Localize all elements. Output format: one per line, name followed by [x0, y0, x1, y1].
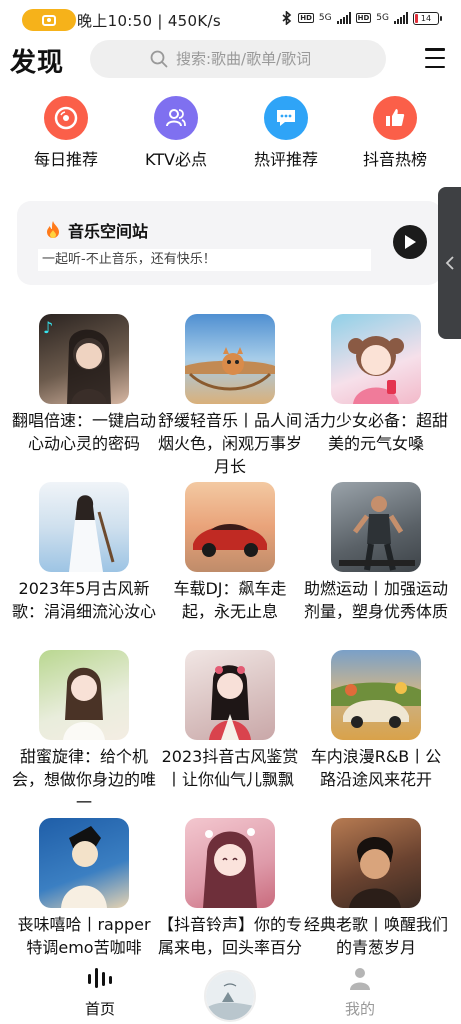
playlist-cover	[185, 818, 275, 908]
status-bar: 晚上10:50 | 450K/s HD 5G HD 5G 14	[0, 0, 461, 40]
playlist-title: 经典老歌丨唤醒我们的青葱岁月	[304, 915, 449, 957]
nav-mine-label: 我的	[344, 1000, 375, 1018]
bottom-nav: 首页 我的	[0, 960, 461, 1024]
playlist-cover	[39, 482, 129, 572]
chevron-left-icon	[445, 256, 454, 270]
network-label-2: 5G	[376, 13, 389, 23]
comment-icon	[264, 96, 308, 140]
user-icon	[350, 968, 370, 990]
quick-label: 每日推荐	[33, 150, 98, 169]
playlist-card[interactable]: ♪ 翻唱倍速：一键启动心动心灵的密码	[10, 314, 158, 455]
app-header: 发现	[0, 40, 461, 80]
quick-label: 热评推荐	[253, 150, 318, 169]
playlist-card[interactable]: 助燃运动丨加强运动剂量，塑身优秀体质	[302, 482, 450, 623]
music-station-card[interactable]: 音乐空间站 一起听-不止音乐，还有快乐！	[17, 201, 442, 285]
playlist-card[interactable]: 丧味嘻哈丨rapper特调emo苦咖啡	[10, 818, 158, 959]
playlist-card[interactable]: 甜蜜旋律：给个机会，想做你身边的唯一	[10, 650, 158, 814]
playlist-card[interactable]: 经典老歌丨唤醒我们的青葱岁月	[302, 818, 450, 959]
hd-badge-2: HD	[355, 13, 372, 23]
quick-daily-recommend[interactable]: 每日推荐	[16, 96, 116, 170]
fire-icon	[47, 221, 59, 238]
thumbs-up-icon	[373, 96, 417, 140]
search-bar[interactable]	[90, 40, 386, 78]
station-title: 音乐空间站	[68, 222, 149, 241]
playlist-card[interactable]: 2023年5月古风新歌：涓涓细流沁汝心	[10, 482, 158, 623]
battery-level: 14	[420, 13, 432, 23]
signal-icon-2	[394, 12, 408, 24]
station-subtitle: 一起听-不止音乐，还有快乐！	[38, 249, 371, 271]
camera-icon	[42, 14, 56, 26]
vinyl-record-icon	[44, 96, 88, 140]
quick-ktv[interactable]: KTV必点	[126, 96, 226, 170]
playlist-cover	[39, 818, 129, 908]
playlist-title: 舒缓轻音乐丨品人间烟火色，闲观万事岁月长	[158, 411, 303, 476]
playlist-title: 丧味嘻哈丨rapper特调emo苦咖啡	[17, 915, 151, 957]
play-button[interactable]	[393, 225, 427, 259]
nav-home[interactable]: 首页	[50, 966, 150, 1019]
album-art	[206, 972, 254, 1020]
page-title: 发现	[10, 48, 65, 78]
playlist-card[interactable]: 活力少女必备：超甜美的元气女嗓	[302, 314, 450, 455]
playlist-card[interactable]: 车内浪漫R&B丨公路沿途风来花开	[302, 650, 450, 791]
playlist-cover	[331, 482, 421, 572]
playlist-title: 活力少女必备：超甜美的元气女嗓	[304, 411, 449, 453]
network-label: 5G	[318, 13, 332, 23]
playlist-title: 翻唱倍速：一键启动心动心灵的密码	[12, 411, 157, 453]
play-icon	[405, 235, 416, 249]
playlist-title: 2023年5月古风新歌：涓涓细流沁汝心	[12, 579, 157, 621]
quick-douyin-chart[interactable]: 抖音热榜	[345, 96, 445, 170]
playlist-cover: ♪	[39, 314, 129, 404]
bluetooth-icon	[282, 11, 292, 25]
playlist-title: 2023抖音古风鉴赏丨让你仙气儿飘飘	[161, 747, 299, 789]
status-time: 晚上10:50 | 450K/s	[77, 12, 221, 30]
signal-icon	[336, 12, 351, 24]
quick-hot-comments[interactable]: 热评推荐	[236, 96, 336, 170]
playlist-card[interactable]: 【抖音铃声】你的专属来电，回头率百分百	[156, 818, 304, 982]
battery-icon: 14	[413, 11, 442, 25]
quick-label: KTV必点	[145, 150, 207, 169]
status-indicators: HD 5G HD 5G 14	[281, 11, 442, 25]
playlist-card[interactable]: 2023抖音古风鉴赏丨让你仙气儿飘飘	[156, 650, 304, 791]
playlist-cover	[39, 650, 129, 740]
search-icon	[150, 50, 168, 68]
station-title-row: 音乐空间站	[44, 218, 148, 242]
screen-recorder-pill[interactable]	[22, 9, 76, 31]
playlist-title: 车内浪漫R&B丨公路沿途风来花开	[310, 747, 442, 789]
playlist-title: 车载DJ：飙车走起，永无止息	[173, 579, 287, 621]
tiktok-icon: ♪	[43, 318, 54, 337]
users-icon	[154, 96, 198, 140]
playlist-card[interactable]: 舒缓轻音乐丨品人间烟火色，闲观万事岁月长	[156, 314, 304, 478]
playlist-cover	[185, 650, 275, 740]
nav-home-label: 首页	[84, 1000, 115, 1018]
quick-label: 抖音热榜	[362, 150, 427, 169]
playlist-cover	[185, 482, 275, 572]
playlist-cover	[331, 650, 421, 740]
nav-mine[interactable]: 我的	[310, 966, 410, 1019]
menu-icon[interactable]	[425, 48, 445, 68]
now-playing-disc[interactable]	[204, 970, 256, 1022]
quick-actions: 每日推荐 KTV必点 热评推荐 抖音热榜	[0, 96, 461, 170]
playlist-card[interactable]: 车载DJ：飙车走起，永无止息	[156, 482, 304, 623]
playlist-cover	[185, 314, 275, 404]
playlist-title: 助燃运动丨加强运动剂量，塑身优秀体质	[304, 579, 449, 621]
search-input[interactable]	[176, 50, 326, 68]
playlist-cover	[331, 314, 421, 404]
playlist-title: 甜蜜旋律：给个机会，想做你身边的唯一	[12, 747, 157, 812]
sound-wave-icon	[88, 968, 112, 988]
hd-badge: HD	[298, 13, 314, 23]
playlist-cover	[331, 818, 421, 908]
